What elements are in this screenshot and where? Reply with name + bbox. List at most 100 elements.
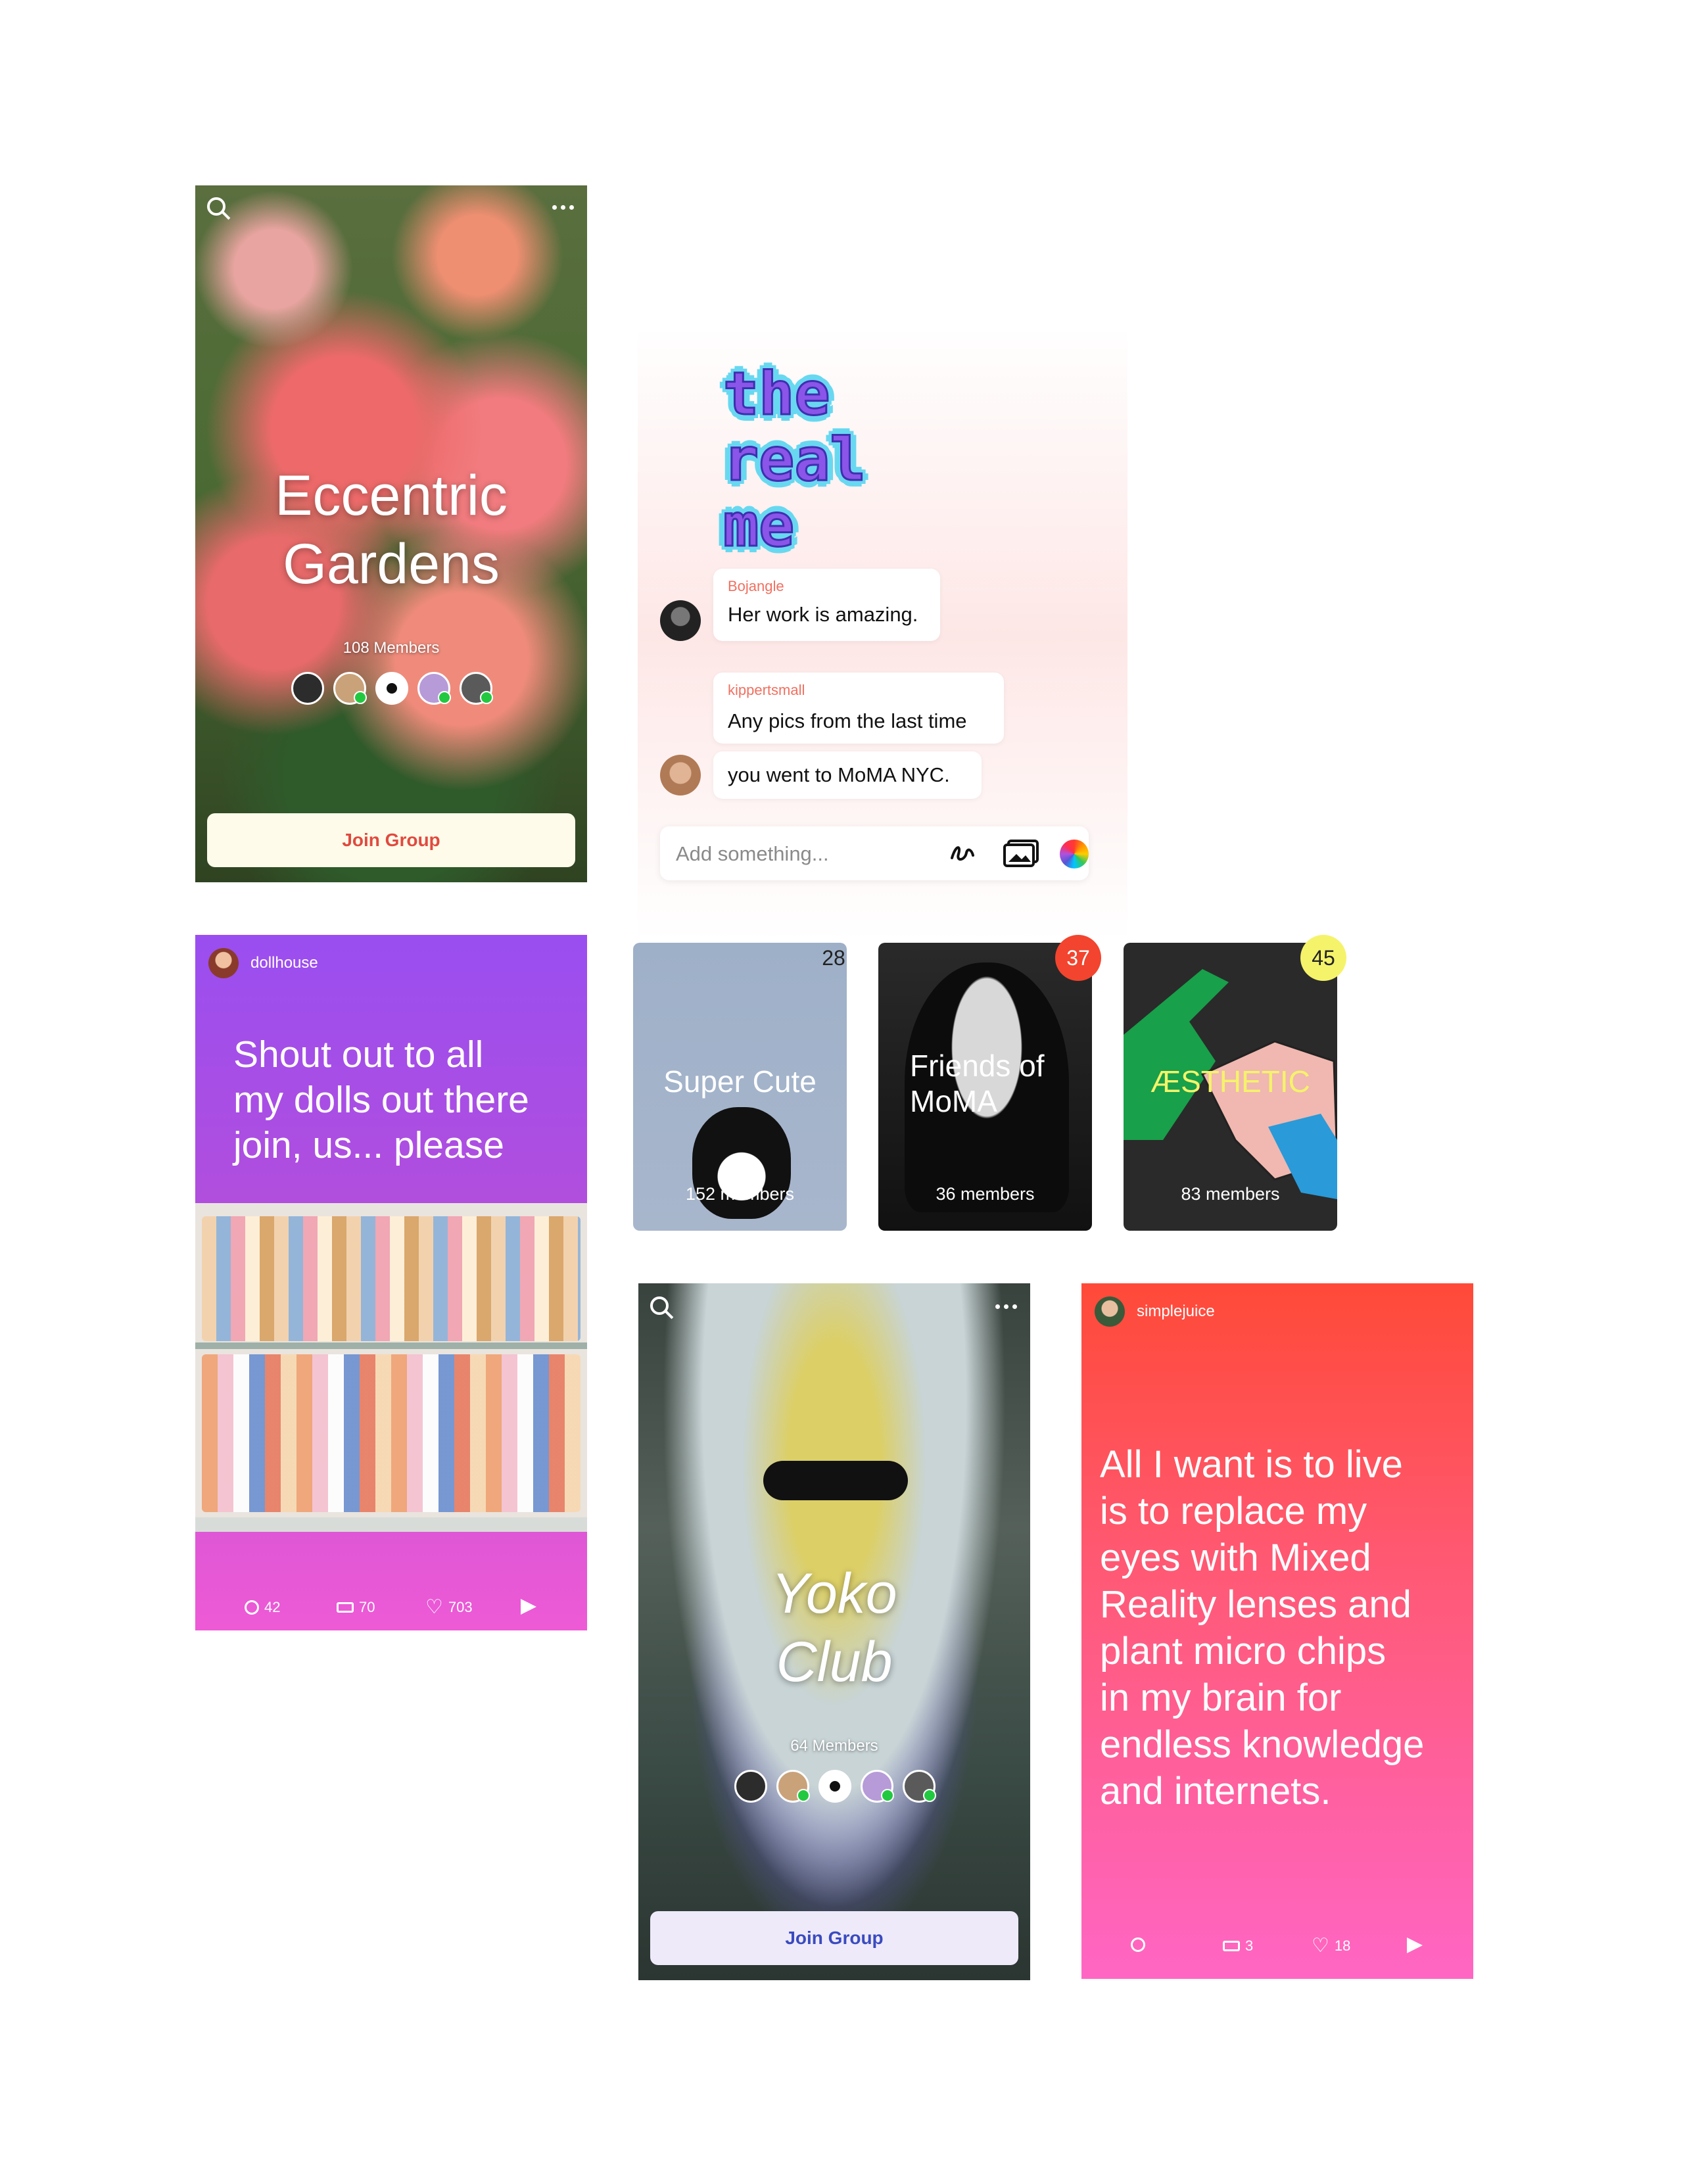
message-author: kippertsmall xyxy=(728,682,805,698)
avatar xyxy=(460,672,493,705)
group-title-line-1: Friends of xyxy=(910,1049,1045,1083)
post-text-line: in my brain for xyxy=(1100,1676,1342,1719)
group-card-eccentric-gardens[interactable]: Eccentric Gardens 108 Members Join Group xyxy=(195,185,587,882)
repost-button[interactable]: 70 xyxy=(337,1599,375,1616)
avatar xyxy=(818,1770,851,1803)
more-options-icon[interactable] xyxy=(552,205,574,210)
avatar[interactable] xyxy=(1095,1296,1125,1327)
member-count: 64 Members xyxy=(790,1737,878,1755)
post-text-line-3: join, us... please xyxy=(233,1124,504,1166)
avatar xyxy=(375,672,408,705)
composer-placeholder[interactable]: Add something... xyxy=(676,842,829,866)
post-text-line-2: my dolls out there xyxy=(233,1079,529,1121)
heart-icon: ♡ xyxy=(1312,1935,1329,1957)
group-title-line-2: MoMA xyxy=(910,1084,997,1118)
post-text: Shout out to all my dolls out there join… xyxy=(233,1032,529,1168)
avatar xyxy=(903,1770,936,1803)
heart-icon: ♡ xyxy=(425,1596,443,1618)
post-header: dollhouse xyxy=(208,948,318,978)
post-text-line-1: Shout out to all xyxy=(233,1033,484,1076)
chat-message: Bojangle Her work is amazing. xyxy=(713,569,940,641)
chat-message: kippertsmall Any pics from the last time xyxy=(713,673,1004,744)
avatar xyxy=(776,1770,810,1803)
comment-icon xyxy=(1131,1937,1145,1952)
group-title: ÆSTHETIC xyxy=(1150,1064,1310,1099)
more-options-icon[interactable] xyxy=(995,1304,1017,1309)
group-title-line-2: Club xyxy=(776,1630,893,1694)
member-count: 36 members xyxy=(936,1184,1035,1204)
repost-count: 3 xyxy=(1245,1937,1254,1954)
share-button[interactable] xyxy=(521,1599,536,1615)
message-text: Any pics from the last time xyxy=(728,709,967,732)
sticker-line-3: me xyxy=(723,491,795,560)
search-icon[interactable] xyxy=(650,1296,669,1315)
post-text-line: eyes with Mixed xyxy=(1100,1536,1371,1579)
member-count: 83 members xyxy=(1181,1184,1280,1204)
share-button[interactable] xyxy=(1407,1937,1423,1953)
member-avatars xyxy=(734,1770,936,1803)
group-title: Yoko Club xyxy=(638,1559,1030,1696)
comment-count: 42 xyxy=(264,1599,281,1615)
post-text-line: is to replace my xyxy=(1100,1490,1367,1532)
member-avatars xyxy=(291,672,493,705)
comment-button[interactable]: 42 xyxy=(245,1599,280,1616)
send-icon xyxy=(1407,1937,1423,1953)
unread-badge: 37 xyxy=(1055,935,1101,981)
sticker-line-1: the xyxy=(723,360,832,429)
the-real-me-sticker: the real me xyxy=(723,360,867,560)
member-count: 108 Members xyxy=(343,639,440,657)
member-count: 152 members xyxy=(685,1184,795,1204)
post-text-line: endless knowledge xyxy=(1100,1723,1425,1766)
group-tile-friends-of-moma[interactable]: Friends of MoMA 36 members xyxy=(878,943,1092,1231)
comment-icon xyxy=(245,1600,259,1615)
group-card-yoko-club[interactable]: Yoko Club 64 Members Join Group xyxy=(638,1283,1030,1980)
like-button[interactable]: ♡ 18 xyxy=(1312,1935,1351,1957)
message-composer[interactable]: Add something... xyxy=(660,826,1089,880)
like-count: 703 xyxy=(448,1599,473,1615)
join-group-button[interactable]: Join Group xyxy=(650,1911,1018,1965)
join-group-button[interactable]: Join Group xyxy=(207,813,575,867)
group-tile-super-cute[interactable]: Super Cute 152 members xyxy=(633,943,847,1231)
username[interactable]: dollhouse xyxy=(250,954,318,972)
send-icon xyxy=(521,1599,536,1615)
sunglasses-detail xyxy=(763,1461,908,1500)
like-count: 18 xyxy=(1334,1937,1351,1954)
post-text-line: and internets. xyxy=(1100,1770,1331,1813)
username[interactable]: simplejuice xyxy=(1137,1302,1215,1321)
message-text: Her work is amazing. xyxy=(728,603,918,626)
scribble-icon[interactable] xyxy=(949,841,976,867)
post-header: simplejuice xyxy=(1095,1296,1215,1327)
color-picker-icon[interactable] xyxy=(1060,840,1089,868)
repost-count: 70 xyxy=(359,1599,375,1615)
avatar xyxy=(734,1770,767,1803)
chat-message: you went to MoMA NYC. xyxy=(713,751,982,799)
post-text-line: All I want is to live xyxy=(1100,1443,1403,1486)
post-card-dollhouse[interactable]: dollhouse Shout out to all my dolls out … xyxy=(195,935,587,1630)
post-card-simplejuice[interactable]: simplejuice All I want is to live is to … xyxy=(1081,1283,1473,1979)
group-title: Eccentric Gardens xyxy=(195,462,587,598)
avatar xyxy=(291,672,324,705)
post-text-line: Reality lenses and xyxy=(1100,1583,1411,1626)
repost-button[interactable]: 3 xyxy=(1223,1937,1253,1955)
avatar xyxy=(417,672,451,705)
gallery-icon[interactable] xyxy=(1003,838,1040,868)
group-title-line-2: Gardens xyxy=(283,533,500,596)
like-button[interactable]: ♡ 703 xyxy=(425,1596,473,1618)
avatar[interactable] xyxy=(660,755,701,795)
unread-badge: 28 xyxy=(822,946,845,970)
search-icon[interactable] xyxy=(207,197,225,216)
avatar xyxy=(333,672,367,705)
avatar[interactable] xyxy=(208,948,239,978)
avatar[interactable] xyxy=(660,600,701,641)
message-author: Bojangle xyxy=(728,578,784,594)
comment-button[interactable] xyxy=(1131,1937,1145,1952)
sticker-line-2: real xyxy=(723,425,867,494)
doll-shelf-image xyxy=(195,1203,587,1532)
message-text: you went to MoMA NYC. xyxy=(728,763,950,786)
group-tile-aesthetic[interactable]: ÆSTHETIC 83 members xyxy=(1124,943,1337,1231)
avatar xyxy=(861,1770,894,1803)
unread-badge: 45 xyxy=(1300,935,1346,981)
group-title: Super Cute xyxy=(663,1064,817,1099)
repost-icon xyxy=(337,1602,354,1613)
post-text-line: plant micro chips xyxy=(1100,1630,1387,1673)
